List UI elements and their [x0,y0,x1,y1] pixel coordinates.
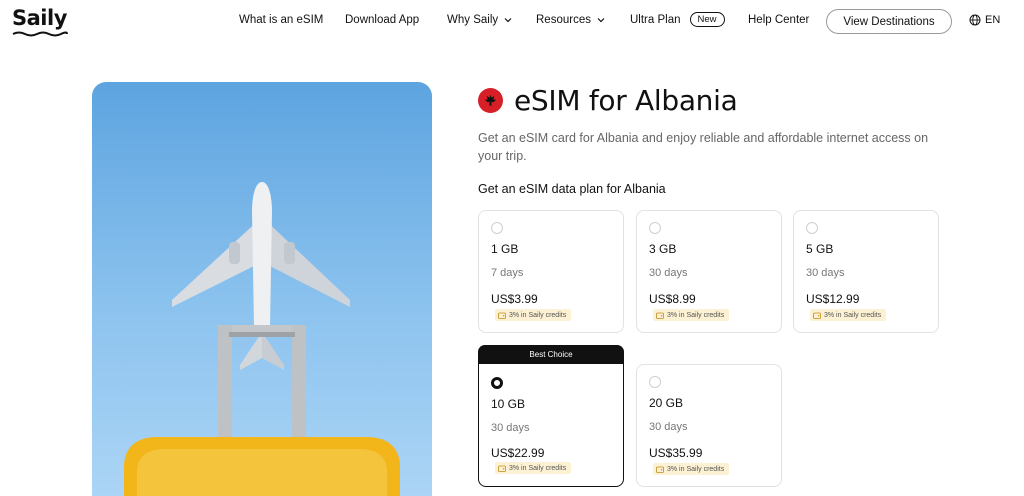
plan-card-10gb[interactable]: Best Choice 10 GB 30 days US$22.99 3% in… [478,345,624,487]
chevron-down-icon [504,18,512,23]
wallet-icon [813,312,821,319]
plan-price: US$8.99 [649,292,696,306]
nav-label: Download App [345,14,420,26]
saily-logo[interactable]: Saily [12,6,67,30]
credits-label: 3% in Saily credits [824,311,882,319]
nav-label: What is an eSIM [239,14,324,26]
plan-radio[interactable] [491,222,503,234]
credits-label: 3% in Saily credits [509,311,567,319]
chevron-down-icon [597,18,605,23]
credits-badge: 3% in Saily credits [653,463,730,475]
plan-duration: 30 days [491,422,530,434]
credits-badge: 3% in Saily credits [810,309,887,321]
plan-radio[interactable] [649,376,661,388]
credits-label: 3% in Saily credits [667,465,725,473]
suitcase-body [124,437,400,496]
new-badge: New [689,12,725,27]
plan-data-amount: 10 GB [491,397,526,411]
plan-radio[interactable] [649,222,661,234]
airplane-icon [172,182,350,370]
nav-why-saily[interactable]: Why Saily [447,14,513,26]
plan-radio[interactable] [806,222,818,234]
plan-card-20gb[interactable]: 20 GB 30 days US$35.99 3% in Saily credi… [636,364,782,487]
nav-label: Help Center [748,14,810,26]
credits-badge: 3% in Saily credits [495,309,572,321]
nav-label: Ultra Plan [630,13,681,26]
nav-ultra-plan[interactable]: Ultra Plan New [630,12,725,27]
plan-price: US$22.99 [491,446,545,460]
nav-resources[interactable]: Resources [536,14,606,26]
plan-duration: 7 days [491,267,524,279]
airplane-suitcase-illustration [124,182,400,496]
wallet-icon [498,465,506,472]
page-subtitle: Get an eSIM card for Albania and enjoy r… [478,131,929,163]
nav-download-app[interactable]: Download App [345,14,419,26]
nav-help-center[interactable]: Help Center [748,14,809,26]
globe-icon [969,14,981,26]
nav-label: Resources [536,14,591,26]
hero-image [92,82,432,496]
language-label: EN [985,14,1001,26]
language-selector[interactable]: EN [969,14,1000,26]
wallet-icon [656,466,664,473]
plans-section-title: Get an eSIM data plan for Albania [478,182,666,196]
plan-price: US$12.99 [806,292,860,306]
logo-wave-icon [12,31,68,37]
credits-label: 3% in Saily credits [509,464,567,472]
plan-price: US$3.99 [491,292,538,306]
plan-card-3gb[interactable]: 3 GB 30 days US$8.99 3% in Saily credits [636,210,782,333]
credits-label: 3% in Saily credits [667,311,725,319]
plan-price: US$35.99 [649,446,703,460]
best-choice-banner: Best Choice [478,345,624,364]
plan-duration: 30 days [649,267,688,279]
site-header: Saily What is an eSIM Download App Why S… [0,0,1024,44]
wallet-icon [498,312,506,319]
plan-data-amount: 1 GB [491,242,519,256]
plan-data-amount: 20 GB [649,396,684,410]
credits-badge: 3% in Saily credits [653,309,730,321]
view-destinations-button[interactable]: View Destinations [826,9,952,34]
plan-card-5gb[interactable]: 5 GB 30 days US$12.99 3% in Saily credit… [793,210,939,333]
plan-duration: 30 days [806,267,845,279]
wallet-icon [656,312,664,319]
page-title: eSIM for Albania [514,84,738,117]
plan-data-amount: 3 GB [649,242,677,256]
nav-what-is-esim[interactable]: What is an eSIM [239,14,323,26]
plan-card-1gb[interactable]: 1 GB 7 days US$3.99 3% in Saily credits [478,210,624,333]
plan-radio-selected[interactable] [491,377,503,389]
credits-badge: 3% in Saily credits [495,462,572,474]
nav-label: Why Saily [447,14,499,26]
eagle-icon [484,94,497,107]
plan-data-amount: 5 GB [806,242,834,256]
albania-flag-icon [478,88,503,113]
plan-duration: 30 days [649,421,688,433]
